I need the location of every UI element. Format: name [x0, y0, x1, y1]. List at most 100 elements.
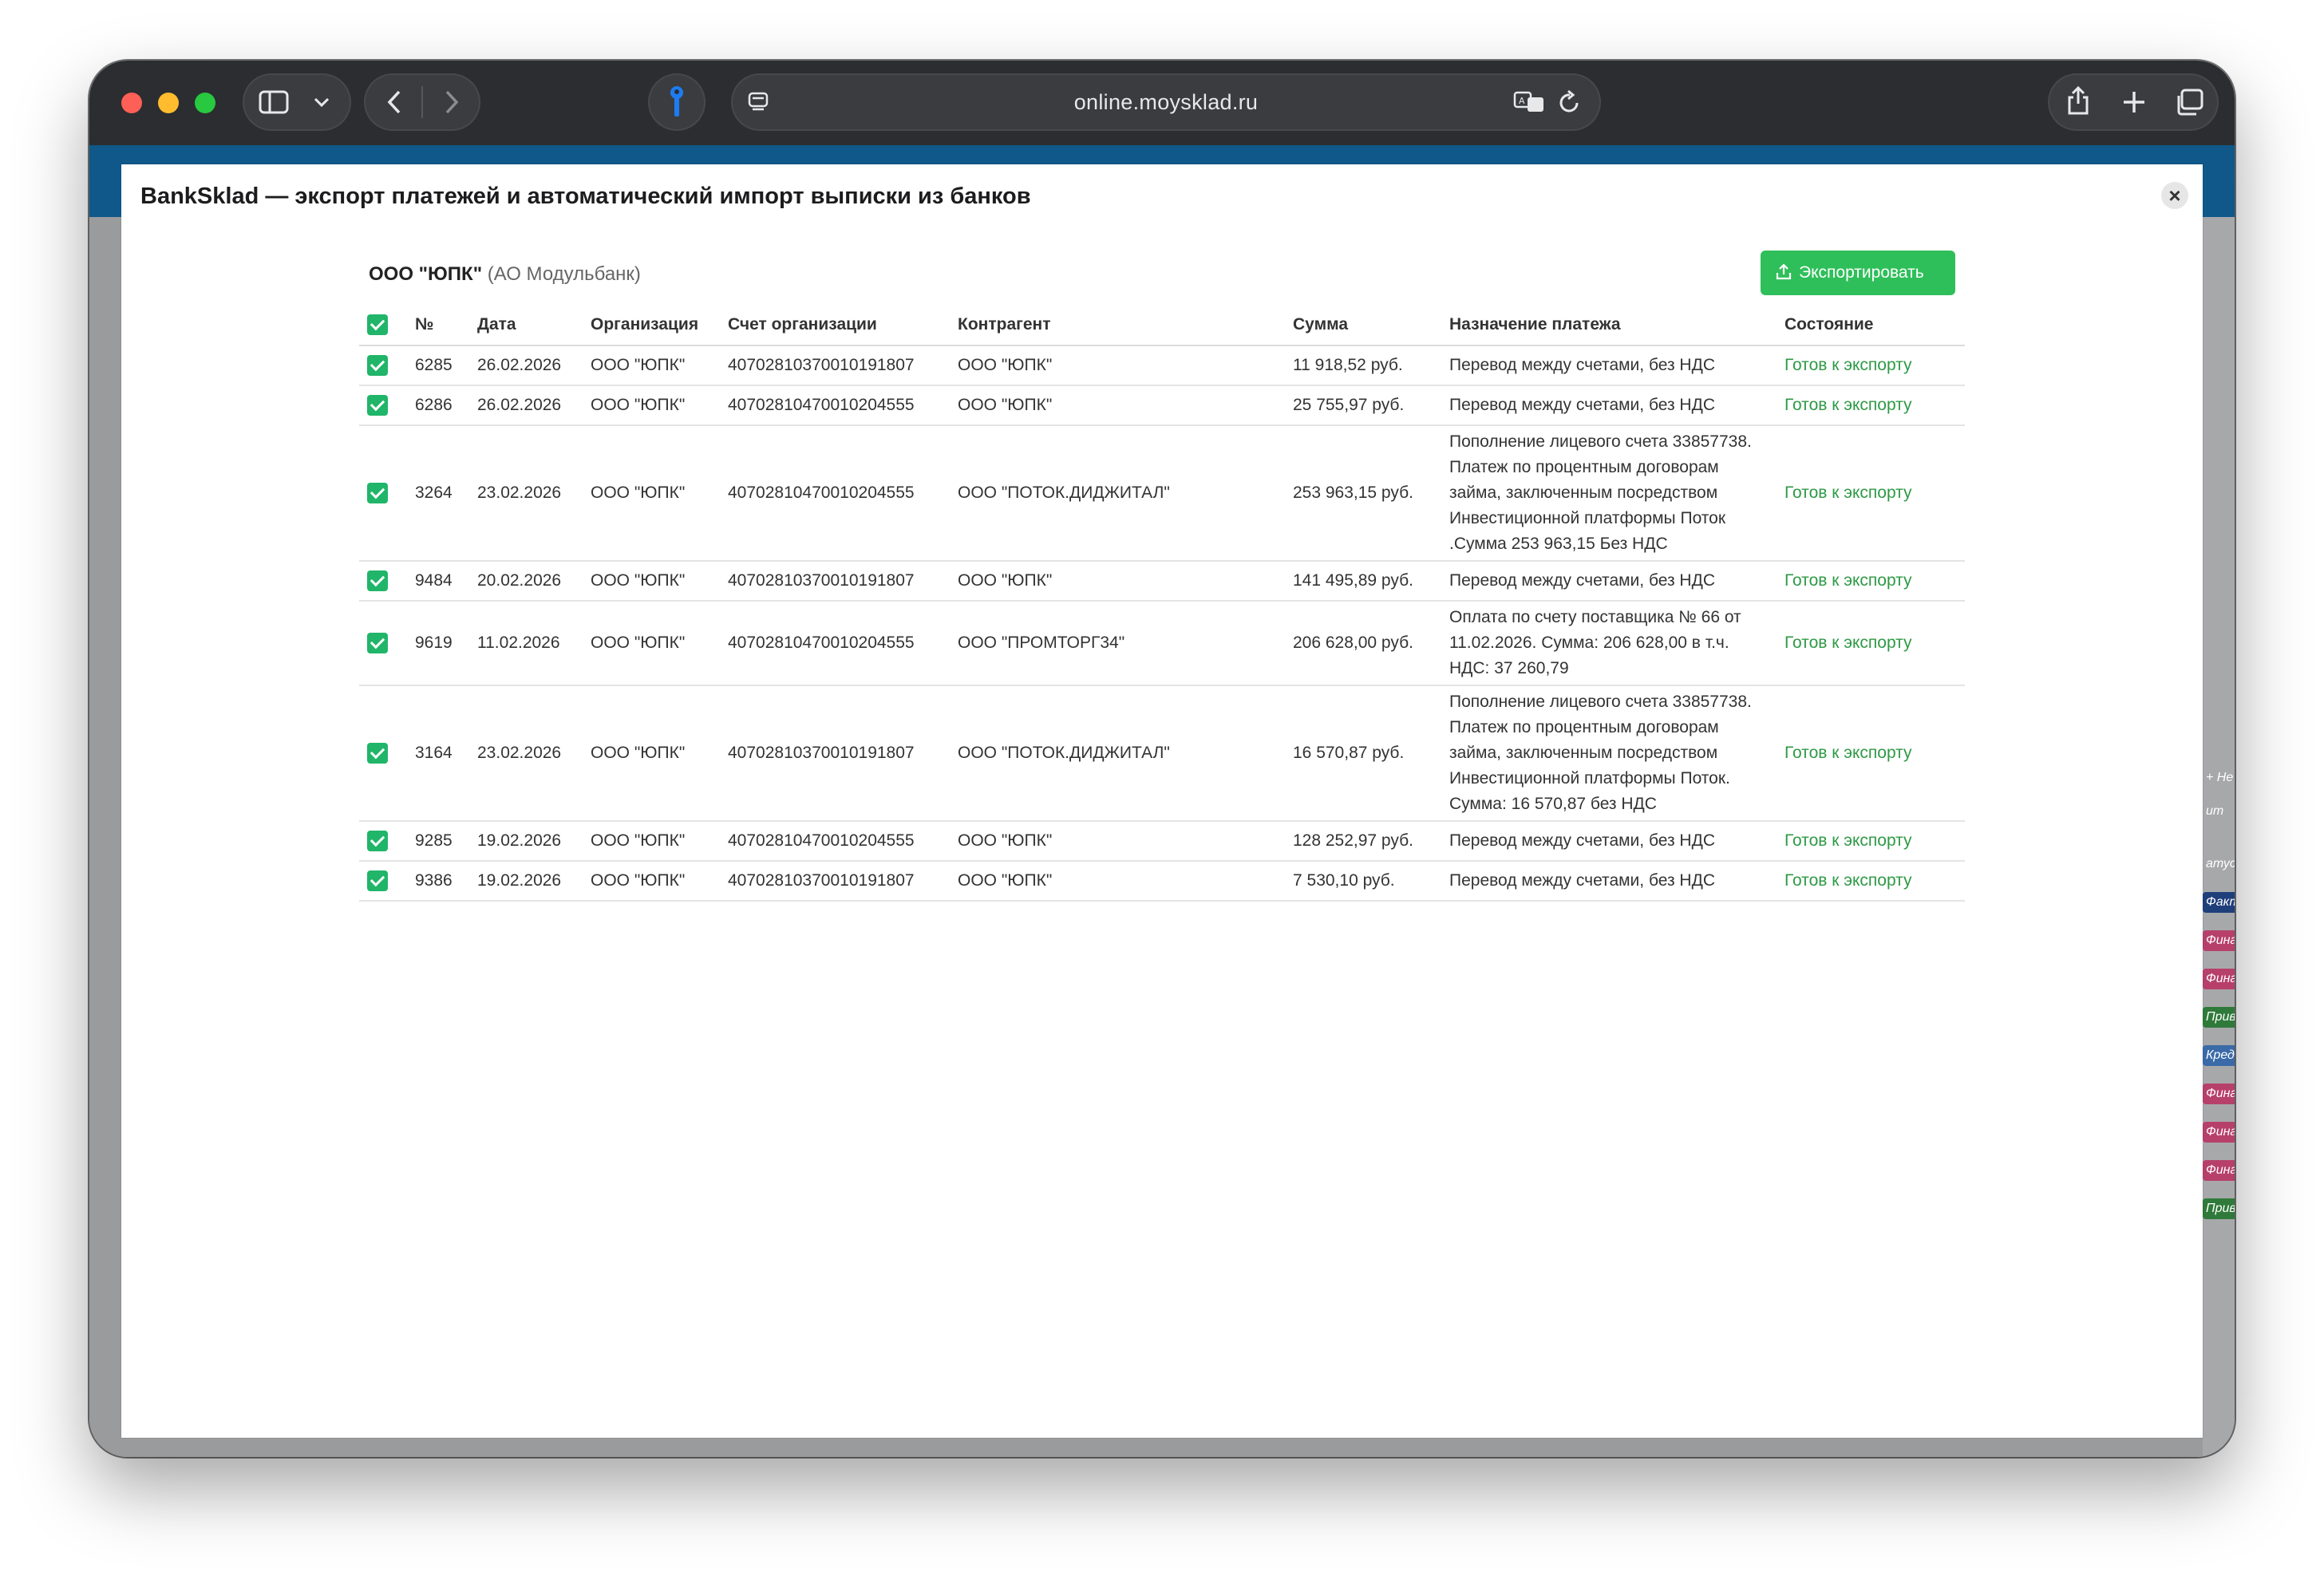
export-modal: BankSklad — экспорт платежей и автоматич… — [121, 164, 2203, 1438]
cell-counterparty: ООО "ПРОМТОРГ34" — [950, 601, 1285, 686]
select-all-cell — [359, 305, 407, 346]
cell-org: ООО "ЮПК" — [583, 561, 720, 602]
select-all-checkbox[interactable] — [367, 314, 388, 335]
cell-purpose: Пополнение лицевого счета 33857738. Плат… — [1441, 685, 1777, 822]
column-header[interactable]: Организация — [583, 305, 720, 346]
table-row[interactable]: 9386 19.02.2026 ООО "ЮПК" 40702810370010… — [359, 861, 1965, 902]
table-row[interactable]: 9285 19.02.2026 ООО "ЮПК" 40702810470010… — [359, 821, 1965, 862]
row-checkbox[interactable] — [367, 743, 388, 764]
cell-sum: 206 628,00 руб. — [1285, 601, 1441, 686]
zoom-window-button[interactable] — [195, 93, 215, 113]
upload-icon — [1776, 263, 1792, 280]
cell-purpose: Перевод между счетами, без НДС — [1441, 345, 1777, 386]
column-header[interactable]: Состояние — [1777, 305, 1965, 346]
cell-date: 23.02.2026 — [469, 425, 583, 562]
row-checkbox[interactable] — [367, 355, 388, 377]
cell-purpose: Оплата по счету поставщика № 66 от 11.02… — [1441, 601, 1777, 686]
url-text: online.moysklad.ru — [1073, 90, 1259, 114]
table-row[interactable]: 6286 26.02.2026 ООО "ЮПК" 40702810470010… — [359, 385, 1965, 426]
background-tag: Факт — [2203, 892, 2235, 913]
background-tag: Фина — [2203, 969, 2235, 989]
modal-close-button[interactable]: × — [2161, 182, 2188, 209]
share-icon[interactable] — [2065, 85, 2091, 116]
cell-sum: 141 495,89 руб. — [1285, 561, 1441, 602]
row-checkbox[interactable] — [367, 570, 388, 592]
table-row[interactable]: 3264 23.02.2026 ООО "ЮПК" 40702810470010… — [359, 425, 1965, 562]
row-select-cell — [359, 385, 407, 426]
column-header[interactable]: Назначение платежа — [1441, 305, 1777, 346]
table-header-row: № Дата Организация Счет организации Конт… — [359, 305, 1965, 346]
cell-purpose: Перевод между счетами, без НДС — [1441, 385, 1777, 426]
cell-counterparty: ООО "ЮПК" — [950, 561, 1285, 602]
reload-icon[interactable] — [1558, 89, 1582, 115]
row-checkbox[interactable] — [367, 483, 388, 504]
cell-date: 26.02.2026 — [469, 345, 583, 386]
column-header[interactable]: Сумма — [1285, 305, 1441, 346]
export-button[interactable]: Экспортировать — [1761, 251, 1955, 295]
row-checkbox[interactable] — [367, 831, 388, 852]
background-tag: Фина — [2203, 1084, 2235, 1104]
background-tag: Прив — [2203, 1007, 2235, 1028]
cell-status: Готов к экспорту — [1777, 601, 1965, 686]
row-checkbox[interactable] — [367, 395, 388, 416]
cell-num: 3164 — [407, 685, 469, 822]
cell-counterparty: ООО "ЮПК" — [950, 385, 1285, 426]
history-nav — [364, 73, 480, 131]
background-tag: Кред — [2203, 1045, 2235, 1066]
row-checkbox[interactable] — [367, 870, 388, 892]
translate-icon[interactable]: A — [1513, 89, 1545, 115]
table-row[interactable]: 3164 23.02.2026 ООО "ЮПК" 40702810370010… — [359, 685, 1965, 822]
row-checkbox[interactable] — [367, 633, 388, 654]
forward-icon[interactable] — [442, 89, 461, 115]
cell-counterparty: ООО "ЮПК" — [950, 861, 1285, 902]
row-select-cell — [359, 861, 407, 902]
bank-name: (АО Модульбанк) — [487, 263, 641, 285]
background-tag: атус — [2206, 857, 2235, 870]
column-header[interactable]: Дата — [469, 305, 583, 346]
row-select-cell — [359, 345, 407, 386]
cell-counterparty: ООО "ПОТОК.ДИДЖИТАЛ" — [950, 425, 1285, 562]
cell-sum: 16 570,87 руб. — [1285, 685, 1441, 822]
cell-purpose: Пополнение лицевого счета 33857738. Плат… — [1441, 425, 1777, 562]
row-select-cell — [359, 425, 407, 562]
table-row[interactable]: 6285 26.02.2026 ООО "ЮПК" 40702810370010… — [359, 345, 1965, 386]
back-icon[interactable] — [385, 89, 404, 115]
row-select-cell — [359, 821, 407, 862]
table-row[interactable]: 9484 20.02.2026 ООО "ЮПК" 40702810370010… — [359, 561, 1965, 602]
sidebar-toggle[interactable] — [243, 73, 351, 131]
cell-num: 6286 — [407, 385, 469, 426]
cell-sum: 25 755,97 руб. — [1285, 385, 1441, 426]
background-list: + Не ит Н атус Факт Фина Фина Прив Кред … — [2203, 217, 2235, 1457]
background-tag: + Не — [2206, 771, 2234, 784]
cell-status: Готов к экспорту — [1777, 861, 1965, 902]
cell-num: 6285 — [407, 345, 469, 386]
column-header[interactable]: Счет организации — [720, 305, 950, 346]
column-header[interactable]: № — [407, 305, 469, 346]
row-select-cell — [359, 685, 407, 822]
background-tag: Фина — [2203, 1160, 2235, 1181]
cell-account: 40702810370010191807 — [720, 345, 950, 386]
sidebar-icon — [259, 90, 289, 114]
background-tag: Фина — [2203, 1122, 2235, 1143]
cell-purpose: Перевод между счетами, без НДС — [1441, 821, 1777, 862]
company-header: ООО "ЮПК" (АО Модульбанк) — [369, 263, 641, 286]
new-tab-icon[interactable] — [2121, 89, 2147, 115]
cell-num: 9285 — [407, 821, 469, 862]
cell-counterparty: ООО "ЮПК" — [950, 821, 1285, 862]
cell-org: ООО "ЮПК" — [583, 861, 720, 902]
minimize-window-button[interactable] — [158, 93, 179, 113]
address-bar[interactable]: online.moysklad.ru A — [731, 73, 1601, 131]
cell-sum: 11 918,52 руб. — [1285, 345, 1441, 386]
passwords-button[interactable] — [648, 73, 706, 131]
tab-overview-icon[interactable] — [2174, 88, 2204, 116]
company-name: ООО "ЮПК" — [369, 263, 483, 285]
cell-status: Готов к экспорту — [1777, 685, 1965, 822]
cell-org: ООО "ЮПК" — [583, 385, 720, 426]
cell-sum: 128 252,97 руб. — [1285, 821, 1441, 862]
cell-account: 40702810470010204555 — [720, 385, 950, 426]
cell-account: 40702810370010191807 — [720, 561, 950, 602]
cell-num: 3264 — [407, 425, 469, 562]
column-header[interactable]: Контрагент — [950, 305, 1285, 346]
table-row[interactable]: 9619 11.02.2026 ООО "ЮПК" 40702810470010… — [359, 601, 1965, 686]
close-window-button[interactable] — [121, 93, 142, 113]
